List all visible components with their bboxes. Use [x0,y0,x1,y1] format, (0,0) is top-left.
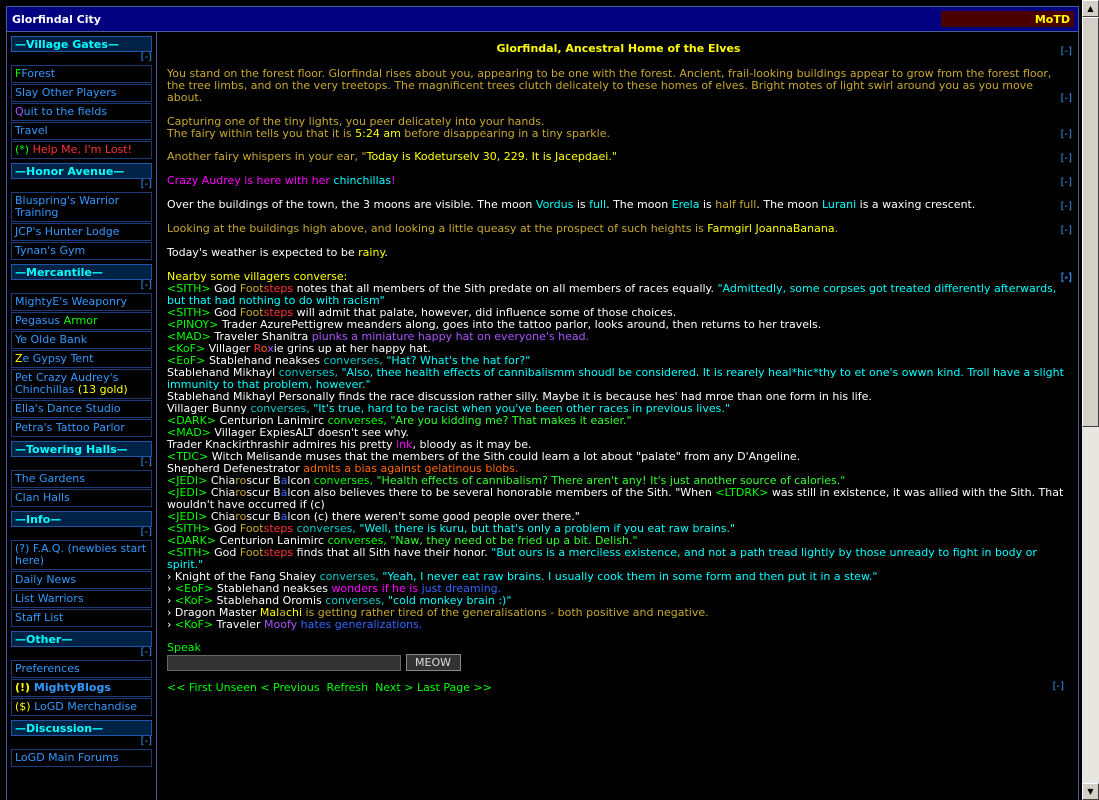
scroll-thumb[interactable] [1082,17,1099,427]
nav-preferences[interactable]: Preferences [11,660,152,678]
collapse-toggle[interactable]: [-] [1061,129,1072,140]
motd-button[interactable]: MoTD [941,11,1074,27]
nav-mightyblogs[interactable]: (!) MightyBlogs [11,679,152,697]
collapse-toggle[interactable]: [-] [1061,153,1072,164]
nav-section-village-gates: —Village Gates— [11,36,152,52]
pager-next[interactable]: Next > [375,681,413,694]
nav-logd-merchandise[interactable]: ($) LoGD Merchandise [11,698,152,716]
collapse-toggle[interactable]: [-] [11,179,152,191]
nav-ellas-dance-studio[interactable]: Ella's Dance Studio [11,400,152,418]
nav-quit-to-fields[interactable]: Quit to the fields [11,103,152,121]
collapse-toggle[interactable]: [-] [1061,46,1072,57]
pager-first-unseen[interactable]: << First Unseen [167,681,257,694]
title-bar: Glorfindal City MoTD [7,7,1078,32]
pager-previous[interactable]: < Previous [260,681,319,694]
collapse-toggle[interactable]: [-] [11,736,152,748]
speak-input[interactable] [167,654,401,671]
crazy-audrey-text: Crazy Audrey is here with her chinchilla… [167,174,396,187]
page-title: Glorfindal City [12,13,101,26]
nav-section-honor-avenue: —Honor Avenue— [11,163,152,179]
collapse-toggle[interactable]: [-] [1061,177,1072,188]
nav-section-mercantile: —Mercantile— [11,264,152,280]
collapse-toggle[interactable]: [-] [11,280,152,292]
nav-forest[interactable]: FForest [11,65,152,83]
nav-staff-list[interactable]: Staff List [11,609,152,627]
sidebar-nav: —Village Gates— [-] FForest Slay Other P… [7,32,157,800]
nav-ye-olde-bank[interactable]: Ye Olde Bank [11,331,152,349]
nav-mightye-weaponry[interactable]: MightyE's Weaponry [11,293,152,311]
pager-last-page[interactable]: Last Page >> [417,681,492,694]
scroll-track[interactable] [1082,427,1099,783]
nav-pegasus-armor[interactable]: Pegasus Armor [11,312,152,330]
nav-travel[interactable]: Travel [11,122,152,140]
fairy-time-text: Capturing one of the tiny lights, you pe… [167,115,610,140]
page-scrollbar[interactable]: ▲ ▼ [1082,0,1099,800]
location-heading: Glorfindal, Ancestral Home of the Elves [496,42,741,55]
location-description: You stand on the forest floor. Glorfinda… [167,67,1052,104]
speak-label: Speak [167,641,201,654]
chat-log: <SITH> God Footsteps notes that all memb… [167,283,1070,631]
nav-clan-halls[interactable]: Clan Halls [11,489,152,507]
nav-jcp-hunter-lodge[interactable]: JCP's Hunter Lodge [11,223,152,241]
chat-line: › <KoF> Traveler Moofy hates generalizat… [167,618,423,631]
collapse-toggle[interactable]: [-] [1053,681,1064,692]
nav-section-other: —Other— [11,631,152,647]
collapse-toggle[interactable]: [-] [1061,225,1072,236]
scroll-down-arrow-icon[interactable]: ▼ [1082,783,1099,800]
nav-the-gardens[interactable]: The Gardens [11,470,152,488]
nav-pet-chinchillas[interactable]: Pet Crazy Audrey's Chinchillas (13 gold) [11,369,152,399]
collapse-toggle[interactable]: [-] [1061,273,1072,284]
collapse-toggle[interactable]: [-] [11,647,152,659]
nav-gypsy-tent[interactable]: Ze Gypsy Tent [11,350,152,368]
chat-line: <SITH> God Footsteps finds that all Sith… [167,546,1037,571]
chat-line: Stablehand Mikhayl converses, "Also, the… [167,366,1064,391]
speak-form: MEOW [167,654,1070,671]
collapse-toggle[interactable]: [-] [11,52,152,64]
nav-section-towering-halls: —Towering Halls— [11,441,152,457]
pager-refresh[interactable]: Refresh [327,681,369,694]
fairy-date-text: Another fairy whispers in your ear, "Tod… [167,150,617,163]
nav-bluspring-training[interactable]: Bluspring's Warrior Training [11,192,152,222]
nav-section-discussion: —Discussion— [11,720,152,736]
weather-text: Today's weather is expected to be rainy. [167,246,388,259]
nav-tynans-gym[interactable]: Tynan's Gym [11,242,152,260]
nav-logd-main-forums[interactable]: LoGD Main Forums [11,749,152,767]
speak-submit-button[interactable]: MEOW [405,654,461,671]
nav-faq[interactable]: (?) F.A.Q. (newbies start here) [11,540,152,570]
nav-petras-tattoo-parlor[interactable]: Petra's Tattoo Parlor [11,419,152,437]
main-content: Glorfindal, Ancestral Home of the Elves … [159,32,1078,800]
chat-line: <SITH> God Footsteps notes that all memb… [167,282,1057,307]
collapse-toggle[interactable]: [-] [11,457,152,469]
scroll-up-arrow-icon[interactable]: ▲ [1082,0,1099,17]
collapse-toggle[interactable]: [-] [1061,93,1072,104]
collapse-toggle[interactable]: [-] [1061,201,1072,212]
nav-section-info: —Info— [11,511,152,527]
nav-daily-news[interactable]: Daily News [11,571,152,589]
nav-list-warriors[interactable]: List Warriors [11,590,152,608]
nav-help-me-lost[interactable]: (*) Help Me, I'm Lost! [11,141,152,159]
chat-pager: << First Unseen < Previous Refresh Next … [167,681,1070,694]
game-frame: Glorfindal City MoTD —Village Gates— [-]… [6,6,1079,800]
moons-text: Over the buildings of the town, the 3 mo… [167,198,976,211]
nav-slay-other-players[interactable]: Slay Other Players [11,84,152,102]
heights-text: Looking at the buildings high above, and… [167,222,839,235]
chat-line: <JEDI> Chiaroscur Balcon also believes t… [167,486,1064,511]
collapse-toggle[interactable]: [-] [11,527,152,539]
